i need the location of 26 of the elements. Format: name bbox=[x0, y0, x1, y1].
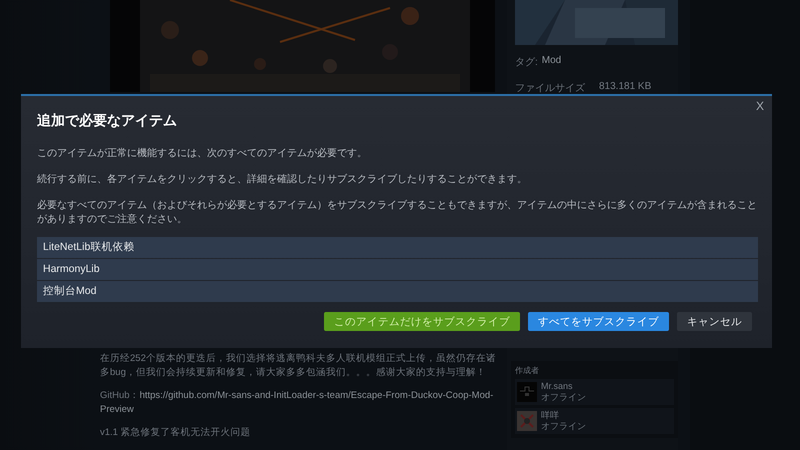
author-name: 咩咩 bbox=[541, 410, 560, 421]
dialog-title: 追加で必要なアイテム bbox=[37, 112, 177, 130]
file-size-value: 813.181 KB bbox=[599, 81, 652, 94]
tag-link[interactable]: Mod bbox=[542, 55, 562, 69]
description-text: v1.1 紧急修复了客机无法开火问题 bbox=[100, 426, 252, 440]
close-button[interactable]: X bbox=[756, 99, 764, 113]
github-link-text[interactable]: GitHub：https://github.com/Mr-sans-and-InitLoader-s-team/Escape-From-Duckov-Coop-Mod-Preview bbox=[100, 389, 498, 417]
required-item[interactable]: 控制台Mod bbox=[37, 281, 758, 302]
description-text: 在历经252个版本的更迭后，我们选择将逃离鸭科夫多人联机模组正式上传，虽然仍存在诸多bug，但我们会持续更新和修复，请大家多多包涵我们。。。感谢大家的支持与理解！ bbox=[100, 352, 497, 380]
author-name: Mr.sans bbox=[541, 381, 574, 392]
dialog-text: このアイテムが正常に機能するには、次のすべてのアイテムが必要です。 bbox=[37, 147, 368, 161]
file-size-label: ファイルサイズ bbox=[515, 82, 585, 95]
authors-heading: 作成者 bbox=[515, 365, 540, 376]
tag-label: タグ: bbox=[515, 56, 538, 69]
author-status: オフライン bbox=[541, 421, 586, 432]
required-item[interactable]: HarmonyLib bbox=[37, 259, 758, 280]
required-item[interactable]: LiteNetLib联机依赖 bbox=[37, 237, 758, 258]
subscribe-all-button[interactable]: すべてをサブスクライブ bbox=[528, 312, 669, 331]
avatar-icon bbox=[517, 382, 537, 402]
author-card[interactable]: 咩咩 オフライン bbox=[515, 408, 674, 434]
dialog-text: 続行する前に、各アイテムをクリックすると、詳細を確認したりサブスクライブしたりすることができます。 bbox=[37, 173, 528, 187]
avatar-icon bbox=[517, 411, 537, 431]
author-status: オフライン bbox=[541, 392, 586, 403]
author-card[interactable]: Mr.sans オフライン bbox=[515, 379, 674, 405]
cancel-button[interactable]: キャンセル bbox=[677, 312, 752, 331]
dialog-text: 必要なすべてのアイテム（およびそれらが必要とするアイテム）をサブスクライブすることもできますが、アイテムの中にさらに多くのアイテムが含まれることがありますのでご注意ください。 bbox=[37, 199, 758, 227]
